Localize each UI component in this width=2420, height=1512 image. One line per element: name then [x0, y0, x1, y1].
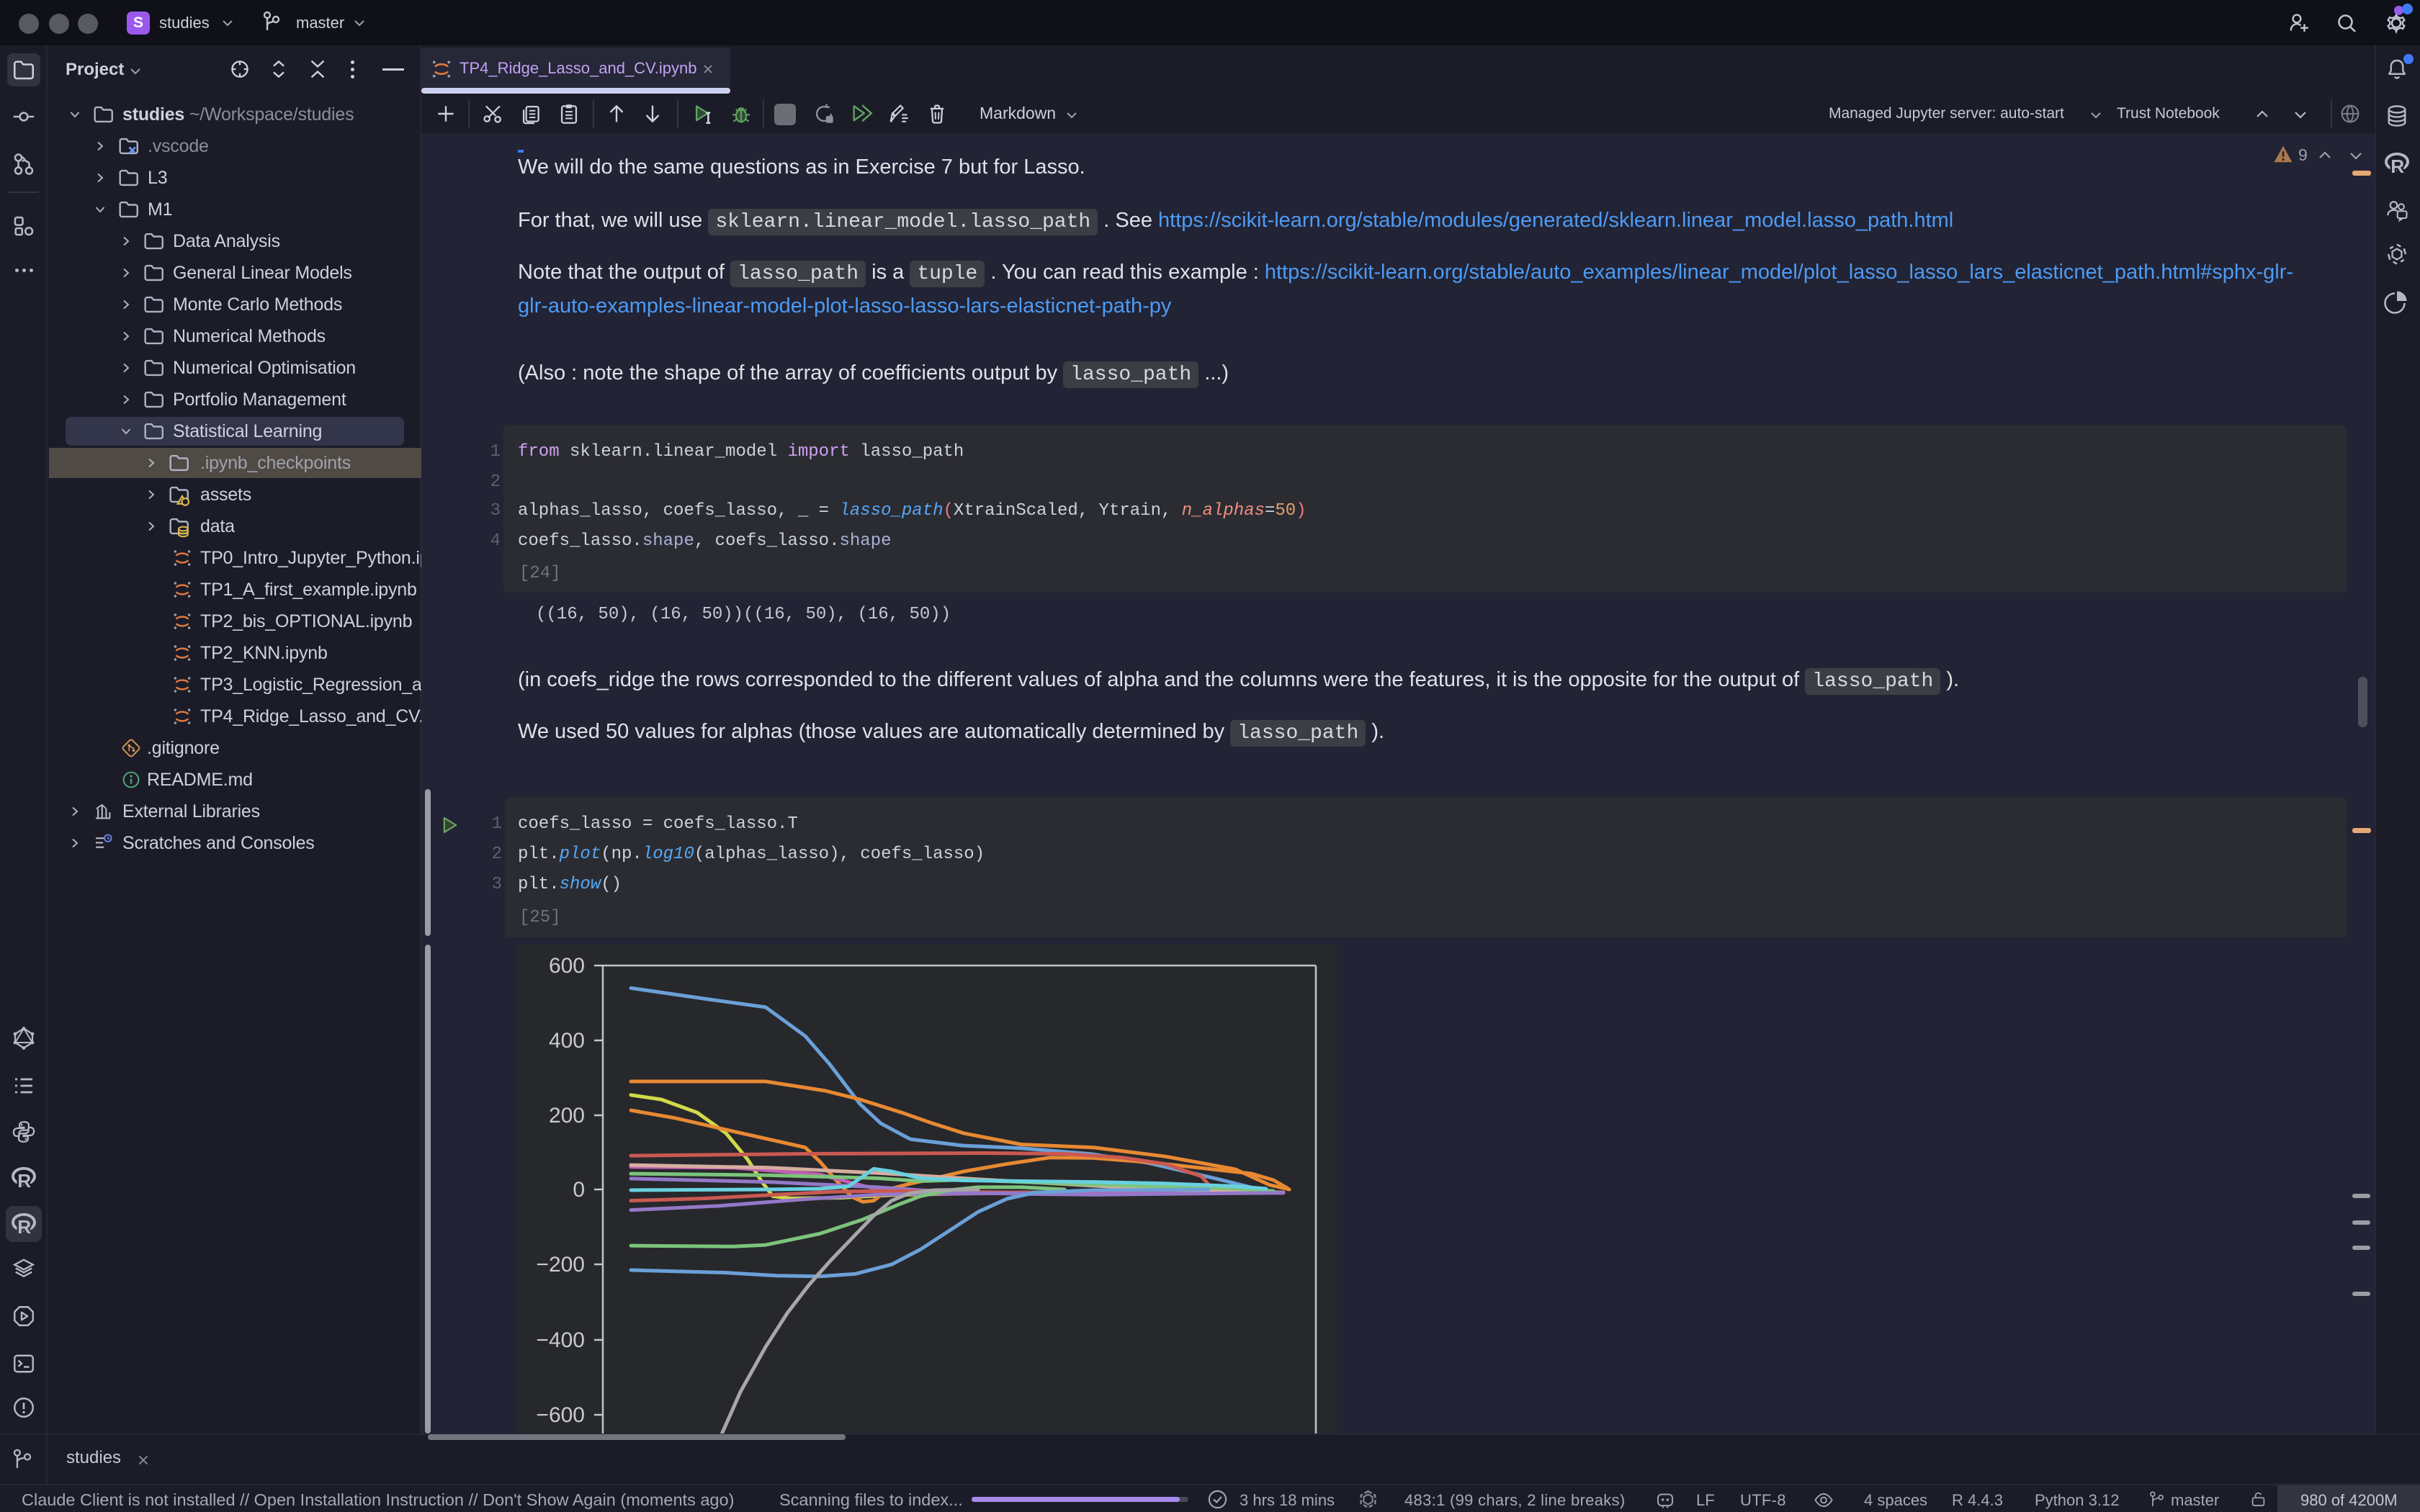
svg-text:R: R: [17, 1216, 31, 1237]
svg-text:200: 200: [549, 1104, 585, 1128]
svg-text:600: 600: [549, 954, 585, 978]
svg-text:R: R: [2390, 156, 2404, 176]
svg-text:−600: −600: [536, 1403, 585, 1427]
svg-text:R: R: [17, 1170, 31, 1191]
svg-text:400: 400: [549, 1029, 585, 1053]
svg-text:−400: −400: [536, 1328, 585, 1352]
svg-text:−200: −200: [536, 1253, 585, 1277]
svg-text:0: 0: [573, 1178, 585, 1202]
